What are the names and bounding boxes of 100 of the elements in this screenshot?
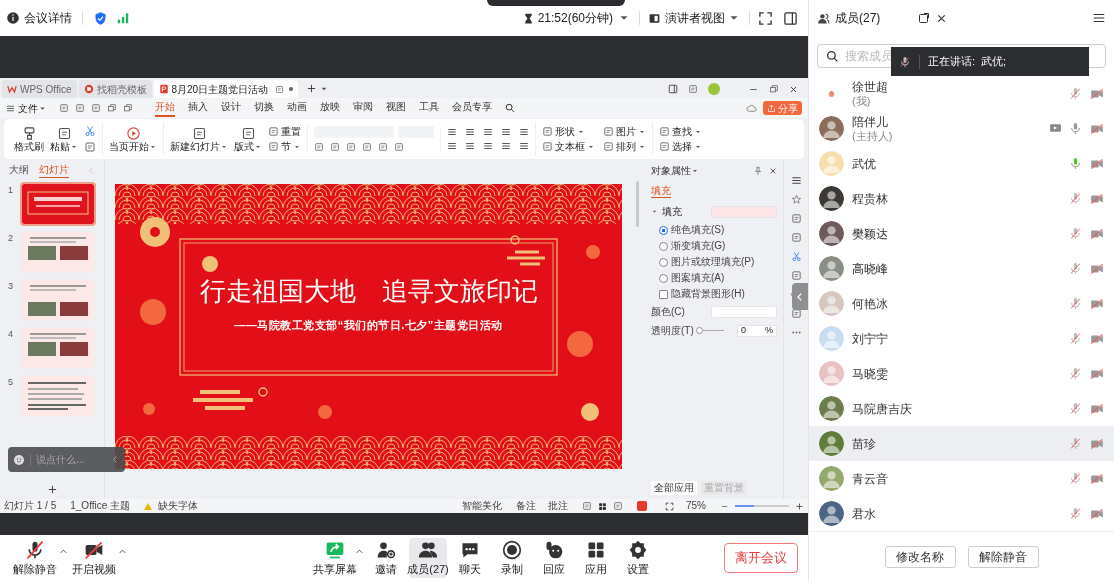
beautify-button[interactable]: 智能美化 <box>462 500 502 512</box>
document-tab[interactable]: WPS Office <box>2 80 77 98</box>
pane-tab[interactable]: 大纲 <box>8 162 29 178</box>
toolbar-button[interactable]: 录制 <box>493 538 531 578</box>
slide-counter[interactable]: 幻灯片 1 / 5 <box>4 500 57 512</box>
ribbon-tab[interactable]: 设计 <box>221 99 241 117</box>
toolbar-button[interactable]: 邀请 <box>367 538 405 578</box>
toolbar-button[interactable]: 开启视频 <box>69 538 119 578</box>
slideshow-button[interactable] <box>637 501 647 511</box>
toolbar-button[interactable]: 回应 <box>535 538 573 578</box>
menu-icon[interactable] <box>6 103 15 113</box>
layout-icon[interactable] <box>668 84 678 94</box>
panel-button[interactable]: 全部应用 <box>651 481 697 495</box>
slide-thumbnail[interactable] <box>22 328 94 368</box>
ribbon-button[interactable]: 重置 <box>268 125 301 138</box>
spacing-icon[interactable] <box>519 127 529 137</box>
fill-color-dropdown[interactable] <box>711 205 777 218</box>
align-icon[interactable] <box>501 141 511 151</box>
panel-button[interactable]: 解除静音 <box>967 545 1039 568</box>
menu-icon[interactable] <box>1092 11 1106 25</box>
checkbox[interactable] <box>659 289 668 299</box>
slider-thumb[interactable] <box>695 327 703 334</box>
ribbon-button[interactable]: 查找 <box>659 125 702 138</box>
close-icon[interactable] <box>789 84 798 94</box>
slide-thumbnail[interactable] <box>22 184 94 224</box>
ribbon-tab[interactable]: 工具 <box>419 99 439 117</box>
ribbon-button[interactable]: 新建幻灯片 <box>170 125 228 153</box>
align-icon[interactable] <box>465 141 475 151</box>
close-icon[interactable] <box>769 166 777 175</box>
radio-button[interactable] <box>659 273 668 283</box>
toolbar-button[interactable]: 成员(27) <box>409 538 447 578</box>
toolbar-button[interactable]: 聊天 <box>451 538 489 578</box>
format-icon[interactable] <box>314 142 324 152</box>
member-row[interactable]: 苗珍 <box>809 426 1114 461</box>
transparency-field[interactable]: 0 % <box>737 324 777 337</box>
grid-view-icon[interactable] <box>598 501 607 511</box>
ribbon-button[interactable]: 格式刷 <box>14 125 44 153</box>
ribbon-tab[interactable]: 会员专享 <box>452 99 492 117</box>
ribbon-tab[interactable]: 审阅 <box>353 99 373 117</box>
zoom-in-icon[interactable] <box>795 501 804 511</box>
meeting-details-link[interactable]: 会议详情 <box>24 9 72 27</box>
close-icon[interactable] <box>936 12 948 24</box>
fullscreen-icon[interactable] <box>758 10 773 26</box>
pane-tab[interactable]: 幻灯片 <box>38 162 69 178</box>
leave-meeting-button[interactable]: 离开会议 <box>724 543 798 573</box>
slide-thumbnail[interactable] <box>22 376 94 416</box>
format-icon[interactable] <box>362 142 372 152</box>
new-tab-icon[interactable] <box>306 83 318 94</box>
ribbon-button[interactable]: 形状 <box>542 125 595 138</box>
panel-collapse-tab[interactable] <box>792 283 808 310</box>
star-icon[interactable] <box>790 194 802 205</box>
pin-icon[interactable] <box>753 165 763 176</box>
ribbon-button[interactable]: 节 <box>268 140 301 153</box>
meeting-timer[interactable]: 21:52(60分钟) <box>537 9 613 27</box>
radio-button[interactable] <box>659 241 668 251</box>
popout-icon[interactable] <box>918 12 931 24</box>
align-icon[interactable] <box>447 141 457 151</box>
format-icon[interactable] <box>330 142 340 152</box>
user-avatar[interactable] <box>708 83 720 95</box>
transparency-slider[interactable] <box>695 327 724 334</box>
add-slide-icon[interactable] <box>46 484 58 495</box>
properties-icon[interactable] <box>790 175 802 186</box>
missing-fonts-link[interactable]: 缺失字体 <box>158 500 199 512</box>
indent-icon[interactable] <box>483 127 493 137</box>
restore-icon[interactable] <box>769 84 779 94</box>
list-icon[interactable] <box>465 127 475 137</box>
radio-button[interactable] <box>659 257 668 267</box>
format-icon[interactable] <box>378 142 388 152</box>
format-icon[interactable] <box>394 142 404 152</box>
ribbon-button[interactable]: 图片 <box>603 125 646 138</box>
ribbon-button[interactable]: 文本框 <box>542 140 595 153</box>
sidebar-icon[interactable] <box>783 10 798 26</box>
align-icon[interactable] <box>519 141 529 151</box>
list-icon[interactable] <box>447 127 457 137</box>
file-menu[interactable]: 文件 <box>18 100 38 116</box>
ribbon-button[interactable]: 版式 <box>234 125 262 153</box>
panel-button[interactable]: 修改名称 <box>884 545 956 568</box>
color-dropdown[interactable] <box>711 305 777 318</box>
zoom-level[interactable]: 75% <box>686 500 706 512</box>
ribbon-tab[interactable]: 动画 <box>287 99 307 117</box>
ribbon-button[interactable]: 粘贴 <box>50 125 78 153</box>
cut-icon[interactable] <box>84 125 96 137</box>
view-mode-button[interactable]: 演讲者视图 <box>665 9 725 27</box>
theme-label[interactable]: 1_Office 主题 <box>70 500 131 512</box>
align-icon[interactable] <box>483 141 493 151</box>
toolbar-button[interactable]: 解除静音 <box>10 538 60 578</box>
slide-thumbnail[interactable] <box>22 280 94 320</box>
ribbon-tab[interactable]: 放映 <box>320 99 340 117</box>
notes-button[interactable]: 备注 <box>516 500 536 512</box>
indent-icon[interactable] <box>501 127 511 137</box>
ribbon-button[interactable]: 排列 <box>603 140 646 153</box>
format-icon[interactable] <box>346 142 356 152</box>
slide-thumbnail[interactable] <box>22 232 94 272</box>
fit-icon[interactable] <box>665 501 674 511</box>
fill-tab[interactable]: 填充 <box>651 184 671 198</box>
toolbar-button[interactable]: 设置 <box>619 538 657 578</box>
document-tab[interactable]: 8月20日主题党日活动 <box>153 80 299 98</box>
ribbon-tab[interactable]: 开始 <box>155 99 175 117</box>
document-tab[interactable]: 找稻壳模板 <box>78 80 152 98</box>
ribbon-tab[interactable]: 插入 <box>188 99 208 117</box>
